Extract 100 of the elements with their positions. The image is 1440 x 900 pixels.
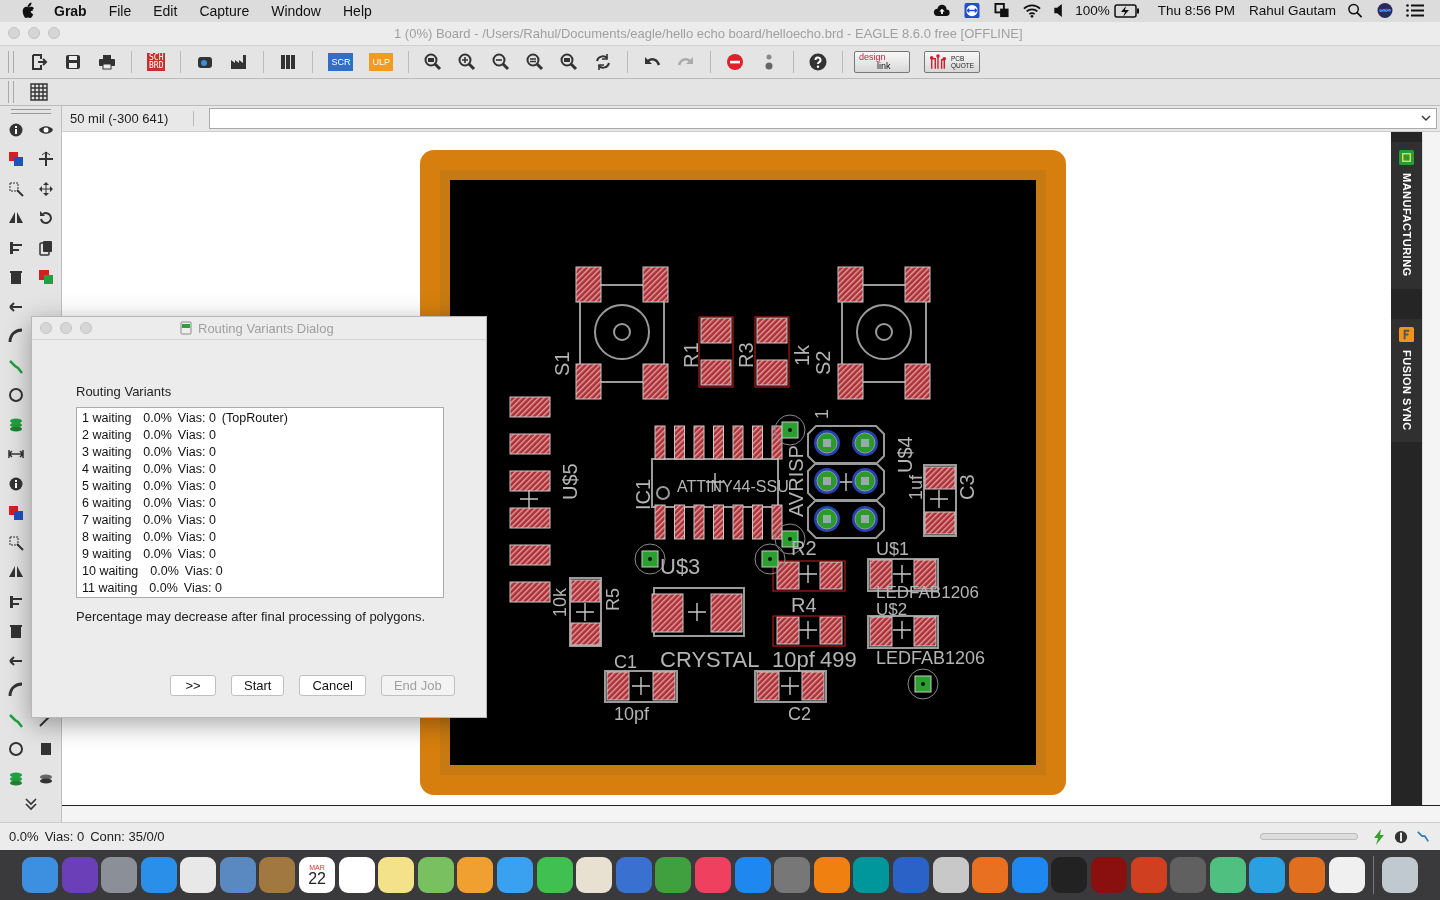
dialog-button[interactable]: >>: [170, 675, 216, 696]
side-panel-tab[interactable]: MANUFACTURING: [1391, 141, 1422, 289]
user-name[interactable]: Rahul Gautam: [1248, 3, 1336, 19]
component-label: CRYSTAL: [660, 646, 760, 672]
variant-status[interactable]: 3 waiting: [82, 444, 132, 459]
variant-percent: 0.0%: [150, 563, 179, 578]
siri-icon[interactable]: [1376, 3, 1394, 19]
app-icon[interactable]: [1328, 857, 1365, 893]
export-icon[interactable]: [29, 51, 49, 72]
component-label: 10k: [550, 587, 570, 617]
app-icon[interactable]: [180, 857, 217, 893]
lightning-icon[interactable]: [1372, 828, 1386, 845]
variant-status[interactable]: 11 waiting: [82, 580, 138, 595]
grid-coordinate-readout: 50 mil (-300 641): [62, 110, 194, 126]
component-label: 1uf: [906, 474, 926, 500]
autorouter-icon[interactable]: [1416, 828, 1430, 845]
app-icon[interactable]: [932, 857, 969, 893]
app-menu[interactable]: Grab: [54, 3, 87, 19]
wifi-icon[interactable]: [1023, 3, 1042, 19]
menu-item[interactable]: Edit: [153, 3, 178, 19]
zoom-select-icon[interactable]: [525, 51, 545, 72]
zoom-out-icon[interactable]: [491, 51, 511, 72]
command-input-field[interactable]: [209, 107, 1437, 129]
component-label: U$3: [660, 553, 701, 579]
variant-vias: Vias: 0: [184, 563, 223, 578]
variant-percent: 0.0%: [143, 529, 172, 544]
component-label: 10pf: [772, 646, 815, 672]
variant-status[interactable]: 5 waiting: [82, 478, 132, 493]
menu-item[interactable]: Window: [271, 3, 321, 19]
variant-vias: Vias: 0: [177, 512, 216, 527]
help-icon[interactable]: [808, 51, 828, 72]
battery-charging-icon[interactable]: [1113, 4, 1140, 18]
component-label: C1: [614, 651, 637, 672]
component-label: S1: [551, 351, 573, 376]
app-icon[interactable]: [417, 857, 454, 893]
zoom-fit-icon[interactable]: [423, 51, 443, 72]
apple-logo-icon[interactable]: [20, 2, 35, 20]
app-icon[interactable]: [378, 857, 415, 893]
search-icon[interactable]: [1346, 3, 1364, 19]
list-icon[interactable]: [1406, 3, 1424, 19]
variant-vias: Vias: 0: [183, 580, 222, 595]
vertical-scrollbar[interactable]: [1422, 131, 1440, 806]
zoom-area-icon[interactable]: [559, 51, 579, 72]
stop-icon[interactable]: [725, 51, 745, 72]
component-label: R1: [680, 342, 702, 368]
menu-item[interactable]: Capture: [199, 3, 250, 19]
redraw-icon[interactable]: [593, 51, 613, 72]
variant-vias: Vias: 0: [177, 529, 216, 544]
dropdown-caret-icon[interactable]: [1421, 115, 1431, 122]
app-icon[interactable]: [1209, 857, 1246, 893]
variant-vias: Vias: 0: [177, 546, 216, 561]
menu-clock[interactable]: Thu 8:56 PM: [1157, 3, 1235, 19]
window-title: 1 (0%) Board - /Users/Rahul/Documents/eagle/hello echo board/helloecho.brd - EAGLE 8.6.0 free [OFFLINE]: [394, 25, 1023, 41]
variant-status[interactable]: 7 waiting: [82, 512, 132, 527]
variant-percent: 0.0%: [143, 495, 172, 510]
dialog-button[interactable]: Cancel: [299, 675, 366, 696]
variant-status[interactable]: 4 waiting: [82, 461, 132, 476]
variant-status[interactable]: 8 waiting: [82, 529, 132, 544]
board-file-icon: [180, 321, 192, 335]
router-name: (TopRouter): [221, 410, 288, 425]
component-label: U$4: [894, 436, 916, 473]
cloud-upload-icon[interactable]: [933, 3, 952, 19]
variant-percent: 0.0%: [143, 410, 172, 425]
side-tab-label: MANUFACTURING: [1400, 172, 1413, 277]
component-label: R3: [735, 342, 757, 368]
window-switch-icon[interactable]: [993, 3, 1012, 19]
expand-chevron-icon[interactable]: [22, 796, 39, 813]
design-link-button[interactable]: design link: [854, 50, 910, 73]
component-label: C2: [788, 703, 811, 724]
status-text: Conn: 35/0/0: [90, 829, 165, 845]
app-icon[interactable]: [536, 857, 573, 893]
menu-item[interactable]: File: [108, 3, 132, 19]
variant-percent: 0.0%: [143, 478, 172, 493]
app-icon[interactable]: [1382, 857, 1419, 893]
app-icon[interactable]: [338, 857, 375, 893]
side-panel-tab[interactable]: FUSION SYNC: [1391, 318, 1422, 443]
component-label: R4: [791, 593, 817, 616]
component-label: U$5: [559, 463, 581, 500]
component-label: U$2: [876, 599, 908, 619]
variant-vias: Vias: 0: [177, 495, 216, 510]
remote-control-icon[interactable]: [963, 3, 982, 19]
script-button[interactable]: SCR: [328, 52, 354, 71]
app-icon[interactable]: [576, 857, 613, 893]
variant-status[interactable]: 10 waiting: [82, 563, 139, 578]
component-label: 1k: [791, 344, 813, 366]
component-label: U$1: [876, 538, 910, 559]
variant-vias: Vias: 0: [177, 478, 216, 493]
variant-status[interactable]: 1 waiting: [82, 410, 132, 425]
grid-icon[interactable]: [29, 81, 49, 102]
variant-status[interactable]: 9 waiting: [82, 546, 132, 561]
horizontal-scrollbar[interactable]: [62, 805, 1440, 823]
variant-status[interactable]: 6 waiting: [82, 495, 132, 510]
dialog-button[interactable]: Start: [231, 675, 285, 696]
menu-item[interactable]: Help: [343, 3, 372, 19]
zoom-in-icon[interactable]: [457, 51, 477, 72]
stop-icon[interactable]: [1394, 828, 1408, 845]
schematic-board-switch-button[interactable]: SCH BRD: [147, 52, 166, 71]
variant-status[interactable]: 2 waiting: [82, 427, 132, 442]
app-icon[interactable]: [457, 857, 494, 893]
component-label: 499: [820, 646, 857, 672]
